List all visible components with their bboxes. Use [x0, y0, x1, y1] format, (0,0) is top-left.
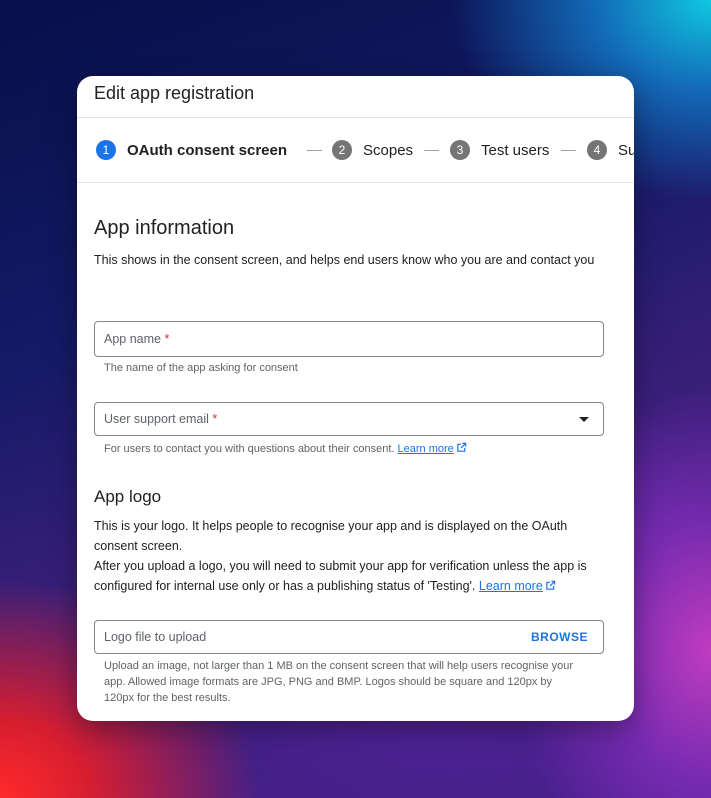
- stepper: 1 OAuth consent screen 2 Scopes 3 Test u…: [77, 118, 634, 182]
- step-number: 4: [587, 140, 607, 160]
- step-number: 1: [96, 140, 116, 160]
- app-logo-heading: App logo: [94, 487, 162, 506]
- app-logo-description: This is your logo. It helps people to re…: [94, 519, 587, 593]
- step-summary[interactable]: 4 Summary: [587, 140, 634, 160]
- app-name-label: App name *: [104, 332, 170, 346]
- logo-file-upload-field[interactable]: Logo file to upload BROWSE: [94, 620, 604, 654]
- dialog-title: Edit app registration: [94, 83, 255, 103]
- app-name-helper: The name of the app asking for consent: [104, 362, 298, 374]
- step-connector: [307, 150, 322, 151]
- step-number: 3: [450, 140, 470, 160]
- step-label: Scopes: [363, 141, 414, 159]
- step-label: OAuth consent screen: [127, 141, 288, 159]
- dropdown-caret-icon[interactable]: [579, 417, 589, 422]
- required-mark: *: [164, 332, 170, 346]
- user-support-email-helper: For users to contact you with questions …: [104, 441, 574, 457]
- step-oauth-consent[interactable]: 1 OAuth consent screen: [96, 140, 287, 160]
- learn-more-link[interactable]: Learn more: [479, 579, 543, 593]
- step-connector: [424, 150, 439, 151]
- required-mark: *: [212, 412, 218, 426]
- step-label: Test users: [481, 141, 550, 159]
- step-number: 2: [332, 140, 352, 160]
- step-test-users[interactable]: 3 Test users: [450, 140, 549, 160]
- user-support-email-label: User support email *: [104, 412, 218, 426]
- user-support-email-select[interactable]: User support email *: [94, 402, 604, 436]
- stepper-divider: [77, 182, 634, 183]
- edit-app-dialog: Edit app registration 1 OAuth consent sc…: [77, 76, 634, 721]
- step-scopes[interactable]: 2 Scopes: [332, 140, 413, 160]
- learn-more-link[interactable]: Learn more: [398, 443, 454, 455]
- external-link-icon: [546, 580, 556, 590]
- app-information-heading: App information: [94, 217, 235, 239]
- browse-button[interactable]: BROWSE: [531, 630, 588, 644]
- logo-upload-helper: Upload an image, not larger than 1 MB on…: [104, 660, 573, 704]
- external-link-icon: [457, 442, 466, 452]
- step-connector: [561, 150, 576, 151]
- logo-file-placeholder: Logo file to upload: [104, 630, 207, 644]
- app-name-field[interactable]: App name *: [94, 321, 604, 357]
- step-label: Summary: [618, 141, 634, 159]
- app-information-description: This shows in the consent screen, and he…: [94, 253, 595, 267]
